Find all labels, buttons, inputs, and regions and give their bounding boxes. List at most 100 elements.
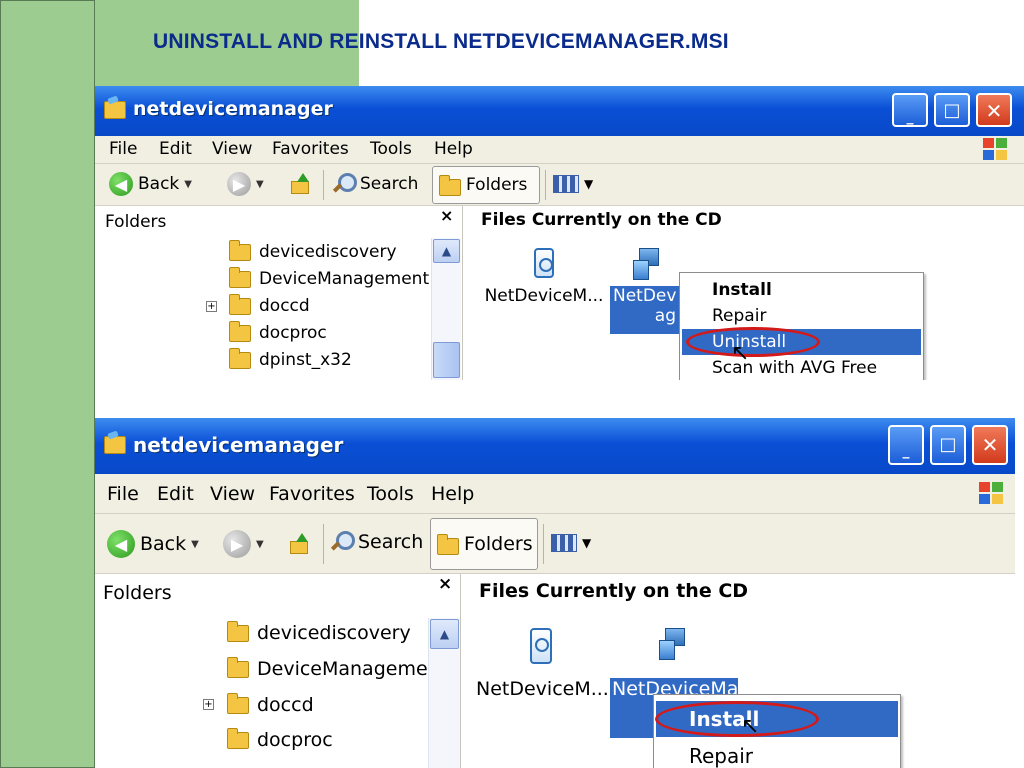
back-button[interactable]: ◀ Back ▼ [107,530,199,558]
mouse-cursor-icon: ↖ [741,713,760,738]
tree-item-label: devicediscovery [259,242,397,262]
folder-icon [229,239,251,261]
menu-help[interactable]: Help [431,483,474,505]
tree-item-devicediscovery[interactable]: devicediscovery [229,239,397,262]
folders-scrollbar[interactable]: ▲ [428,618,460,768]
menu-edit[interactable]: Edit [157,483,194,505]
tree-item-label: docproc [259,323,327,343]
views-dropdown-icon: ▼ [584,177,594,191]
files-pane-header: Files Currently on the CD [481,210,722,230]
menu-help[interactable]: Help [434,139,473,159]
annotation-oval [686,327,820,357]
tree-item-devicemanagement[interactable]: DeviceManagement [227,656,447,680]
menu-item-repair[interactable]: Repair [682,303,921,329]
menu-edit[interactable]: Edit [159,139,192,159]
slide-title: UNINSTALL AND REINSTALL NETDEVICEMANAGER… [153,30,729,53]
menu-item-install[interactable]: Install [682,277,921,303]
back-label: Back [140,533,187,555]
folder-window-icon [104,436,126,454]
menu-bar: File Edit View Favorites Tools Help [95,474,1015,514]
search-button[interactable]: Search [331,172,418,196]
context-menu: Install Repair Uninstall Scan with AVG F… [679,272,924,380]
search-label: Search [358,531,424,553]
slide-left-strip [0,0,95,768]
tree-item-doccd[interactable]: doccd [229,293,310,316]
back-dropdown-icon[interactable]: ▼ [184,179,192,190]
annotation-oval [655,701,819,737]
up-folder-icon [288,532,310,554]
close-button[interactable]: ✕ [976,93,1012,127]
menu-tools[interactable]: Tools [367,483,414,505]
menu-file[interactable]: File [109,139,137,159]
tree-item-label: DeviceManagement [259,269,430,289]
folder-icon [227,620,249,642]
back-arrow-icon: ◀ [109,172,133,196]
file-label: NetDeviceM... [476,678,609,700]
folders-scrollbar[interactable]: ▲ [431,238,461,380]
views-button[interactable]: ▼ [553,175,593,193]
file-netdevicemanager-exe[interactable]: NetDeviceM... [476,628,609,700]
close-button[interactable]: ✕ [972,425,1008,465]
menu-favorites[interactable]: Favorites [272,139,349,159]
file-label-line2: ag [654,306,676,326]
tree-item-dpinst-x32[interactable]: dpinst_x32 [229,347,352,370]
menu-tools[interactable]: Tools [370,139,412,159]
folder-icon [229,266,251,288]
folders-pane-title: Folders [103,582,172,604]
folder-icon [229,320,251,342]
file-label-line1: NetDev [613,286,677,306]
files-pane-header: Files Currently on the CD [479,580,749,602]
back-arrow-icon: ◀ [107,530,135,558]
minimize-button[interactable]: _ [888,425,924,465]
scroll-thumb[interactable] [433,342,460,378]
tree-expand-icon[interactable]: + [206,301,217,312]
menu-view[interactable]: View [212,139,252,159]
up-folder-button[interactable] [289,172,311,194]
menu-item-repair[interactable]: Repair [656,739,898,768]
views-button[interactable]: ▼ [551,534,591,552]
views-icon [553,175,579,193]
up-folder-button[interactable] [288,532,310,554]
folder-icon [229,347,251,369]
tree-item-doccd[interactable]: doccd [227,692,314,716]
folders-pane-header: Folders × [95,206,462,236]
minimize-button[interactable]: _ [892,93,928,127]
forward-button[interactable]: ▶ ▼ [223,530,264,558]
folders-pane-close-icon[interactable]: × [438,574,452,594]
window-title: netdevicemanager [133,98,333,120]
back-button[interactable]: ◀ Back ▼ [109,172,192,196]
folders-label: Folders [464,533,533,555]
setup-file-icon [534,248,554,278]
window-title: netdevicemanager [133,433,344,457]
menu-view[interactable]: View [210,483,255,505]
back-label: Back [138,174,180,194]
forward-dropdown-icon[interactable]: ▼ [256,539,264,550]
tree-item-devicemanagement[interactable]: DeviceManagement [229,266,430,289]
maximize-button[interactable]: □ [930,425,966,465]
tree-item-docproc[interactable]: docproc [229,320,327,343]
search-button[interactable]: Search [329,530,423,554]
tree-item-devicediscovery[interactable]: devicediscovery [227,620,411,644]
msi-file-icon [633,248,659,280]
folders-button[interactable]: Folders [430,518,538,570]
scroll-up-icon[interactable]: ▲ [430,619,459,649]
tree-item-label: docproc [257,729,333,751]
setup-file-icon [530,628,552,664]
forward-dropdown-icon[interactable]: ▼ [256,179,264,190]
search-icon [329,530,355,554]
maximize-button[interactable]: □ [934,93,970,127]
folders-pane-title: Folders [105,212,167,232]
tree-expand-icon[interactable]: + [203,699,214,710]
menu-favorites[interactable]: Favorites [269,483,355,505]
folders-pane-close-icon[interactable]: × [440,206,453,225]
menu-item-scan-avg[interactable]: Scan with AVG Free [682,355,921,380]
menu-file[interactable]: File [107,483,139,505]
forward-button[interactable]: ▶ ▼ [227,172,264,196]
back-dropdown-icon[interactable]: ▼ [191,539,199,550]
file-netdevicemanager-exe[interactable]: NetDeviceM... [480,248,608,306]
file-netdevicemanager-msi[interactable]: NetDev ag [610,248,682,334]
folders-icon [439,174,461,196]
folders-button[interactable]: Folders [432,166,540,204]
scroll-up-icon[interactable]: ▲ [433,239,460,263]
tree-item-docproc[interactable]: docproc [227,727,333,751]
